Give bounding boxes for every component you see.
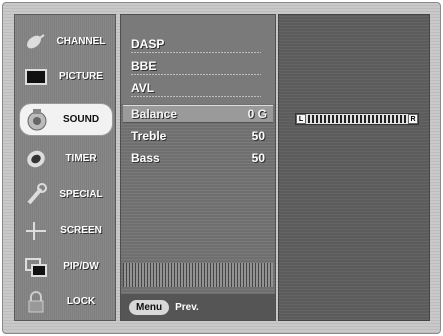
menu-item-treble[interactable]: Treble 50	[131, 127, 271, 145]
menu-item-balance[interactable]: Balance 0 G	[123, 105, 273, 123]
sidebar-item-screen[interactable]: SCREEN	[19, 214, 113, 247]
sidebar-item-sound[interactable]: SOUND	[19, 103, 113, 136]
divider	[131, 96, 261, 97]
sidebar-item-special[interactable]: SPECIAL	[19, 178, 113, 211]
menu-item-label: Bass	[131, 151, 160, 165]
satellite-dish-icon	[23, 30, 49, 54]
decorative-pattern	[123, 263, 273, 287]
sidebar-item-label: SOUND	[62, 114, 100, 125]
menu-item-label: Treble	[131, 129, 167, 143]
treble-value: 50	[251, 129, 265, 143]
menu-item-bbe[interactable]: BBE	[131, 57, 271, 75]
balance-slider[interactable]: L R	[295, 113, 419, 125]
divider	[131, 74, 261, 75]
slider-track[interactable]	[308, 115, 406, 123]
sidebar-item-label: CHANNEL	[56, 36, 106, 47]
wrench-icon	[23, 182, 49, 207]
crosshair-icon	[23, 219, 49, 243]
menu-item-label: Balance	[131, 107, 178, 121]
sidebar-item-channel[interactable]: CHANNEL	[19, 25, 113, 58]
sidebar-item-picture[interactable]: PICTURE	[19, 60, 113, 93]
sidebar-item-label: LOCK	[66, 296, 96, 307]
pip-windows-icon	[23, 255, 49, 279]
adjustment-panel: L R	[278, 14, 430, 321]
menu-item-label: DASP	[131, 37, 165, 51]
padlock-icon	[23, 290, 49, 314]
menu-item-dasp[interactable]: DASP	[131, 35, 271, 53]
slider-left-label: L	[296, 114, 306, 124]
prev-label: Prev.	[175, 301, 199, 313]
slider-right-label: R	[408, 114, 418, 124]
sidebar-item-label: SCREEN	[60, 225, 102, 236]
footer-bar: Menu Prev.	[121, 294, 275, 320]
menu-item-label: AVL	[131, 81, 155, 95]
divider	[131, 52, 261, 53]
menu-item-bass[interactable]: Bass 50	[131, 149, 271, 167]
menu-item-label: BBE	[131, 59, 157, 73]
sound-submenu: DASP BBE AVL Balance 0 G Treble 50 Bass …	[120, 14, 276, 321]
picture-monitor-icon	[23, 65, 49, 89]
sidebar-item-label: PIP/DW	[63, 261, 99, 272]
bass-value: 50	[251, 151, 265, 165]
balance-value: 0 G	[247, 107, 267, 121]
sidebar-item-label: PICTURE	[59, 71, 103, 82]
main-menu-sidebar: CHANNEL PICTURE SOUND TIMER SPECIAL SCRE…	[14, 14, 116, 321]
sidebar-item-label: TIMER	[65, 153, 97, 164]
sidebar-item-label: SPECIAL	[59, 189, 103, 200]
menu-button[interactable]: Menu	[129, 299, 170, 315]
sidebar-item-lock[interactable]: LOCK	[19, 285, 113, 318]
clock-icon	[23, 147, 49, 171]
menu-item-avl[interactable]: AVL	[131, 79, 271, 97]
sidebar-item-pipdw[interactable]: PIP/DW	[19, 250, 113, 283]
speaker-icon	[24, 108, 50, 132]
sidebar-item-timer[interactable]: TIMER	[19, 142, 113, 175]
